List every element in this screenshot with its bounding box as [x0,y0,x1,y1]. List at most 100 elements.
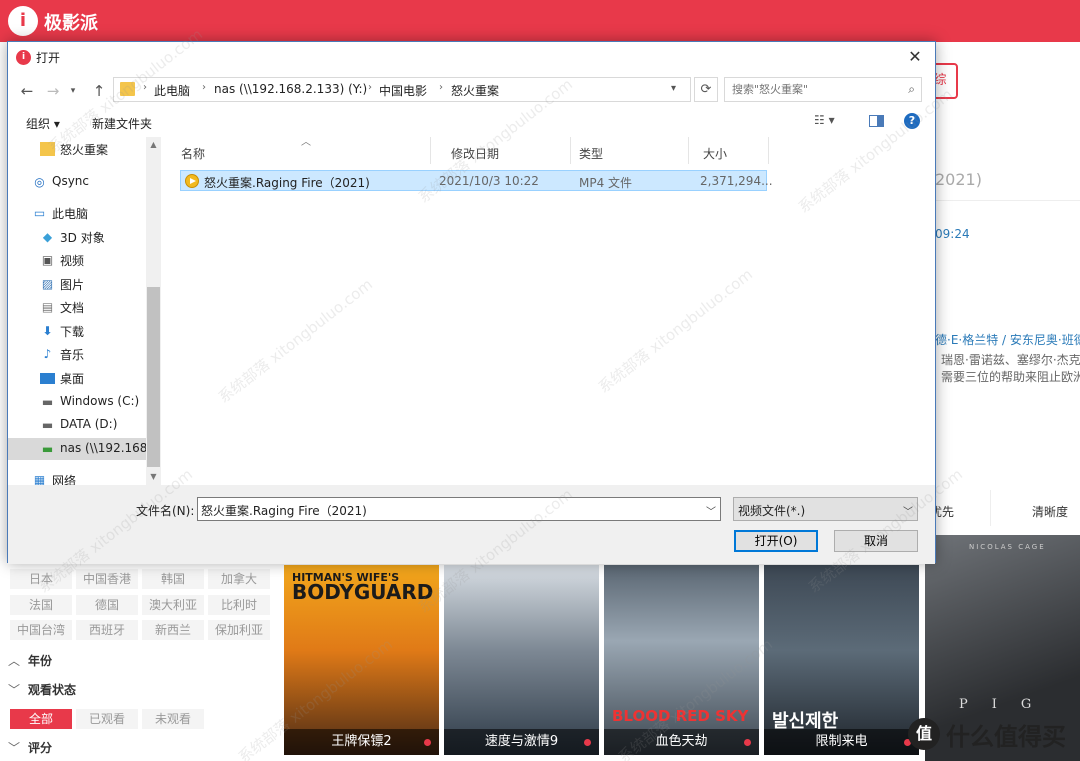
column-header-label: 名称 [181,147,206,161]
watch-filter-unwatched[interactable]: 未观看 [142,709,204,729]
breadcrumb-folder[interactable]: 中国电影 [379,82,427,99]
new-folder-button[interactable]: 新建文件夹 [92,115,152,132]
search-input[interactable] [726,79,896,100]
download-icon: ⬇ [42,324,53,338]
breadcrumb-current[interactable]: 怒火重案 [451,82,499,99]
detail-description: 瑞恩·雷诺兹、塞缪尔·杰克逊 需要三位的帮助来阻止欧洲 [941,352,1080,386]
column-header-modified[interactable]: 修改日期 [431,137,571,164]
scrollbar-thumb[interactable] [147,287,160,467]
region-tag[interactable]: 澳大利亚 [142,595,204,615]
region-tag[interactable]: 新西兰 [142,620,204,640]
chevron-right-icon[interactable]: › [202,82,206,93]
address-bar[interactable]: › 此电脑 › nas (\\192.168.2.133) (Y:) › 中国电… [113,77,691,102]
region-tag[interactable]: 韩国 [142,569,204,589]
open-file-dialog: i 打开 ✕ ← → ▾ ↑ › 此电脑 › nas (\\192.168.2.… [7,41,936,564]
poster-credit: NICOLAS CAGE [969,543,1046,551]
poster-title: 速度与激情9 [444,729,599,755]
region-tag[interactable]: 法国 [10,595,72,615]
navigation-scrollbar[interactable]: ▲ ▼ [146,137,161,485]
file-type: MP4 文件 [579,176,633,190]
recent-locations-button[interactable]: ▾ [66,80,80,102]
section-year[interactable]: ︿ 年份 [8,652,52,669]
chevron-right-icon[interactable]: › [439,82,443,93]
nav-item-nas[interactable]: ▬ nas (\\192.168. [8,438,151,460]
sort-resolution[interactable]: 清晰度 [1032,503,1068,520]
forward-button[interactable]: → [42,80,64,102]
poster-card[interactable]: HITMAN'S WIFE'S BODYGUARD 王牌保镖2 [284,565,439,755]
nav-item-documents[interactable]: ▤ 文档 [8,296,146,318]
video-icon: ▣ [41,253,54,267]
nav-item-drive-d[interactable]: ▬ DATA (D:) [8,414,146,436]
section-watch-status[interactable]: ﹀ 观看状态 [8,681,76,698]
detail-cast[interactable]: 德·E·格兰特 / 安东尼奥·班德拉 [935,331,1080,348]
refresh-icon[interactable]: ⟳ [694,77,718,102]
poster-card[interactable]: 速度与激情9 [444,565,599,755]
filename-input[interactable]: 怒火重案.Raging Fire（2021) ﹀ [197,497,721,521]
close-icon[interactable]: ✕ [895,42,935,72]
nav-item-3d-objects[interactable]: ◆ 3D 对象 [8,226,146,248]
section-rating[interactable]: ﹀ 评分 [8,739,52,756]
address-dropdown-icon[interactable]: ▾ [671,83,676,94]
watch-filter-watched[interactable]: 已观看 [76,709,138,729]
file-modified: 2021/10/3 10:22 [439,174,539,188]
region-tag[interactable]: 保加利亚 [208,620,270,640]
region-tag[interactable]: 中国香港 [76,569,138,589]
nav-item-drive-c[interactable]: ▬ Windows (C:) [8,391,146,413]
file-row[interactable]: 怒火重案.Raging Fire（2021) 2021/10/3 10:22 M… [180,170,773,191]
help-icon[interactable]: ? [904,113,920,129]
filename-label: 文件名(N): [136,504,195,518]
nav-item-pictures[interactable]: ▨ 图片 [8,273,146,295]
scroll-down-icon[interactable]: ▼ [146,472,161,481]
breadcrumb-nas[interactable]: nas (\\192.168.2.133) (Y:) [214,82,367,96]
poster-card[interactable]: 발신제한 限制来电 [764,565,919,755]
open-button[interactable]: 打开(O) [734,530,818,552]
section-watch-status-label: 观看状态 [28,683,77,697]
detail-description-line: 瑞恩·雷诺兹、塞缪尔·杰克逊 [941,353,1080,367]
nav-item-desktop[interactable]: 桌面 [8,367,146,389]
music-icon: ♪ [43,347,52,361]
region-tag[interactable]: 加拿大 [208,569,270,589]
nav-item-label: 音乐 [60,348,85,362]
brand-watermark-text: 什么值得买 [946,722,1066,751]
region-tag[interactable]: 日本 [10,569,72,589]
chevron-right-icon[interactable]: › [143,82,147,93]
poster-card[interactable]: BLOOD RED SKY 血色天劫 [604,565,759,755]
app-logo-icon: i [8,6,38,36]
nav-item-label: DATA (D:) [60,417,118,431]
watch-filter-all[interactable]: 全部 [10,709,72,729]
nav-item-label: 3D 对象 [60,231,105,245]
dialog-titlebar[interactable]: i 打开 ✕ [8,42,935,72]
folder-icon [120,82,135,96]
column-header-size[interactable]: 大小 [689,137,769,164]
nav-item-music[interactable]: ♪ 音乐 [8,343,146,365]
chevron-right-icon[interactable]: › [368,82,372,93]
filetype-select[interactable]: 视频文件(*.) ﹀ [733,497,918,521]
section-year-label: 年份 [28,654,53,668]
nav-item-current-folder[interactable]: 怒火重案 [8,138,146,160]
scroll-up-icon[interactable]: ▲ [146,140,161,149]
search-icon[interactable]: ⌕ [908,82,915,97]
nav-item-downloads[interactable]: ⬇ 下载 [8,320,146,342]
nav-item-this-pc[interactable]: ▭ 此电脑 [8,202,146,224]
nav-item-label: Qsync [52,174,90,188]
preview-pane-icon[interactable] [869,115,884,127]
cancel-button[interactable]: 取消 [834,530,918,552]
breadcrumb-this-pc[interactable]: 此电脑 [154,82,190,99]
region-tag[interactable]: 德国 [76,595,138,615]
filename-value: 怒火重案.Raging Fire（2021) [201,504,367,518]
up-button[interactable]: ↑ [88,80,110,102]
search-box[interactable]: ⌕ [724,77,922,102]
view-options-icon[interactable]: ☷ ▾ [814,113,835,127]
organize-button[interactable]: 组织 ▾ [26,115,60,132]
nav-item-network[interactable]: ▦ 网络 [8,469,146,485]
region-tag[interactable]: 中国台湾 [10,620,72,640]
back-button[interactable]: ← [16,80,38,102]
poster-headline: PIG [959,697,1056,712]
chevron-down-icon[interactable]: ﹀ [706,503,716,518]
column-header-type[interactable]: 类型 [571,137,689,164]
nav-item-qsync[interactable]: ◎ Qsync [8,171,146,193]
region-tag[interactable]: 西班牙 [76,620,138,640]
column-header-name[interactable]: 名称 ︿ [161,137,431,164]
region-tag[interactable]: 比利时 [208,595,270,615]
nav-item-videos[interactable]: ▣ 视频 [8,249,146,271]
